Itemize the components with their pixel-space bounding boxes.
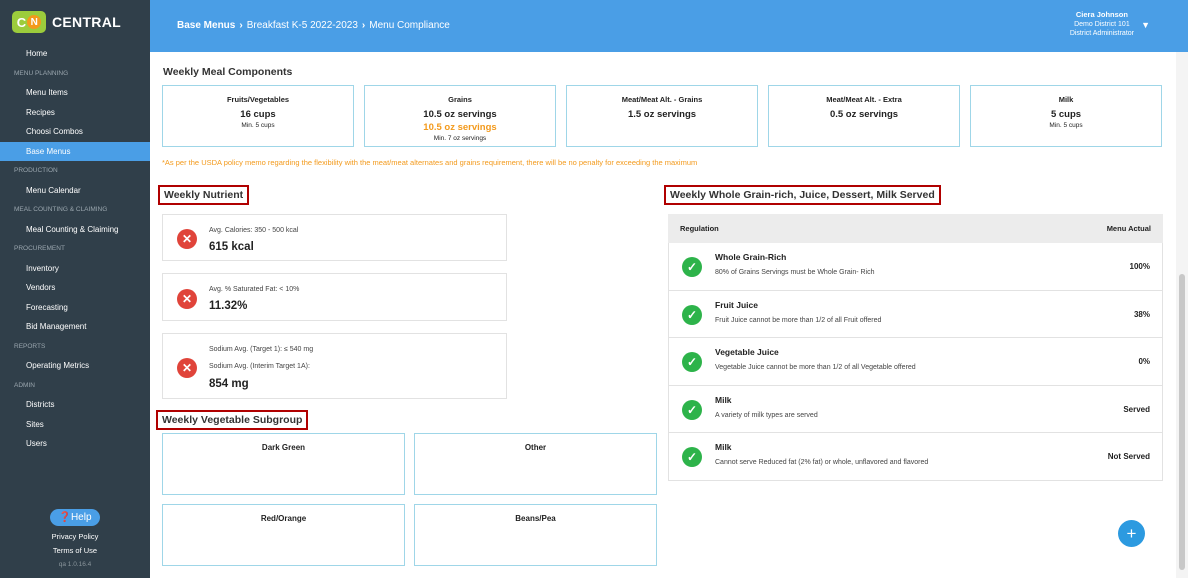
sidebar-item-bid-management[interactable]: Bid Management xyxy=(0,317,150,337)
fail-x-icon: ✕ xyxy=(177,358,197,378)
sidebar-item-inventory[interactable]: Inventory xyxy=(0,259,150,279)
add-floating-button[interactable]: + xyxy=(1118,520,1145,547)
breadcrumb-current: Menu Compliance xyxy=(369,20,450,31)
sidebar-item-districts[interactable]: Districts xyxy=(0,395,150,415)
terms-of-use-link[interactable]: Terms of Use xyxy=(0,544,150,558)
check-icon: ✓ xyxy=(682,447,702,467)
sidebar-item-choosi-combos[interactable]: Choosi Combos xyxy=(0,122,150,142)
veg-box-beans-pea: Beans/Pea xyxy=(414,504,657,566)
nav-section-reports: REPORTS xyxy=(14,342,46,350)
check-icon: ✓ xyxy=(682,352,702,372)
check-icon: ✓ xyxy=(682,304,702,325)
usda-memo-note: *As per the USDA policy memo regarding t… xyxy=(162,158,698,167)
check-icon: ✓ xyxy=(682,257,702,277)
version-label: qa 1.0.16.4 xyxy=(58,561,92,568)
table-row: ✓ Fruit Juice Fruit Juice cannot be more… xyxy=(668,290,1163,338)
veg-box-red-orange: Red/Orange xyxy=(162,504,405,566)
component-box-meat-extra: Meat/Meat Alt. - Extra 0.5 oz servings xyxy=(768,85,960,147)
app-logo[interactable]: CN CENTRAL xyxy=(0,0,150,44)
nutrient-calories-card: ✕ Avg. Calories: 350 - 500 kcal 615 kcal xyxy=(162,214,507,261)
breadcrumb-menu[interactable]: Breakfast K-5 2022-2023 xyxy=(247,20,358,31)
logo-badge-icon: CN xyxy=(12,11,46,33)
sidebar-item-operating-metrics[interactable]: Operating Metrics xyxy=(0,356,150,376)
sidebar-item-menu-calendar[interactable]: Menu Calendar xyxy=(0,181,150,201)
sidebar-item-users[interactable]: Users xyxy=(0,434,150,454)
table-row: ✓ Vegetable Juice Vegetable Juice cannot… xyxy=(668,338,1163,386)
breadcrumb: Base Menus › Breakfast K-5 2022-2023 › Menu … xyxy=(177,20,450,31)
meal-components-heading: Weekly Meal Components xyxy=(163,66,293,78)
component-box-meat-grains: Meat/Meat Alt. - Grains 1.5 oz servings xyxy=(566,85,758,147)
main-content: Weekly Meal Components Fruits/Vegetables… xyxy=(150,52,1176,578)
user-name: Ciera Johnson xyxy=(1075,10,1128,19)
regulation-table: Regulation Menu Actual ✓ Whole Grain-Ric… xyxy=(668,214,1163,481)
sidebar-item-meal-counting-claiming[interactable]: Meal Counting & Claiming xyxy=(0,220,150,240)
nav-section-meal-counting-claiming: MEAL COUNTING & CLAIMING xyxy=(14,206,108,213)
vegetable-subgroup-heading: Weekly Vegetable Subgroup xyxy=(156,410,309,430)
nutrient-sodium-card: ✕ Sodium Avg. (Target 1): ≤ 540 mg Sodiu… xyxy=(162,333,507,399)
page-scrollbar[interactable] xyxy=(1176,52,1188,578)
scrollbar-thumb[interactable] xyxy=(1179,274,1185,570)
user-district: Demo District 101 xyxy=(1074,21,1130,28)
sidebar-nav: Home MENU PLANNING Menu Items Recipes Choosi… xyxy=(0,44,150,454)
question-icon: ❓ xyxy=(58,512,71,523)
chevron-right-icon: › xyxy=(361,20,366,31)
nutrient-saturated-fat-card: ✕ Avg. % Saturated Fat: < 10% 11.32% xyxy=(162,273,507,321)
veg-box-other: Other xyxy=(414,433,657,495)
sidebar-item-vendors[interactable]: Vendors xyxy=(0,278,150,298)
logo-text: CENTRAL xyxy=(52,14,121,30)
column-menu-actual: Menu Actual xyxy=(1106,224,1151,233)
sidebar-item-base-menus[interactable]: Base Menus xyxy=(0,141,150,161)
sidebar-item-menu-items[interactable]: Menu Items xyxy=(0,83,150,103)
component-box-milk: Milk 5 cups Min. 5 cups xyxy=(970,85,1162,147)
caret-down-icon[interactable]: ▼ xyxy=(1141,20,1150,30)
check-icon: ✓ xyxy=(682,399,702,420)
fail-x-icon: ✕ xyxy=(177,289,197,309)
nav-section-admin: ADMIN xyxy=(14,381,35,389)
user-menu[interactable]: Ciera Johnson Demo District 101 District… xyxy=(1070,10,1134,38)
column-regulation: Regulation xyxy=(680,224,719,233)
regulation-table-header: Regulation Menu Actual xyxy=(668,214,1163,243)
component-box-fruits-vegetables: Fruits/Vegetables 16 cups Min. 5 cups xyxy=(162,85,354,147)
nav-section-procurement: PROCUREMENT xyxy=(14,245,65,252)
nav-section-menu-planning: MENU PLANNING xyxy=(14,69,69,77)
whole-grain-heading: Weekly Whole Grain-rich, Juice, Dessert,… xyxy=(664,185,941,205)
top-bar: Base Menus › Breakfast K-5 2022-2023 › Menu … xyxy=(150,0,1188,52)
table-row: ✓ Milk A variety of milk types are serve… xyxy=(668,385,1163,433)
veg-box-dark-green: Dark Green xyxy=(162,433,405,495)
weekly-nutrient-heading: Weekly Nutrient xyxy=(158,185,250,205)
sidebar-item-sites[interactable]: Sites xyxy=(0,415,150,435)
privacy-policy-link[interactable]: Privacy Policy xyxy=(0,530,150,544)
help-button[interactable]: ❓Help xyxy=(50,509,100,526)
table-row: ✓ Whole Grain-Rich 80% of Grains Serving… xyxy=(668,243,1163,291)
sidebar-footer: ❓Help Privacy Policy Terms of Use qa 1.0… xyxy=(0,509,150,568)
fail-x-icon: ✕ xyxy=(177,229,197,249)
component-box-grains: Grains 10.5 oz servings 10.5 oz servings… xyxy=(364,85,556,147)
sidebar-item-recipes[interactable]: Recipes xyxy=(0,103,150,123)
sidebar: CN CENTRAL Home MENU PLANNING Menu Items Re… xyxy=(0,0,150,578)
nav-section-production: PRODUCTION xyxy=(14,167,58,174)
sidebar-item-forecasting[interactable]: Forecasting xyxy=(0,298,150,318)
table-row: ✓ Milk Cannot serve Reduced fat (2% fat)… xyxy=(668,433,1163,481)
user-role: District Administrator xyxy=(1069,30,1134,37)
chevron-right-icon: › xyxy=(239,20,243,31)
plus-icon: + xyxy=(1126,523,1137,543)
sidebar-item-home[interactable]: Home xyxy=(0,44,150,64)
breadcrumb-base-menus[interactable]: Base Menus xyxy=(177,20,235,31)
